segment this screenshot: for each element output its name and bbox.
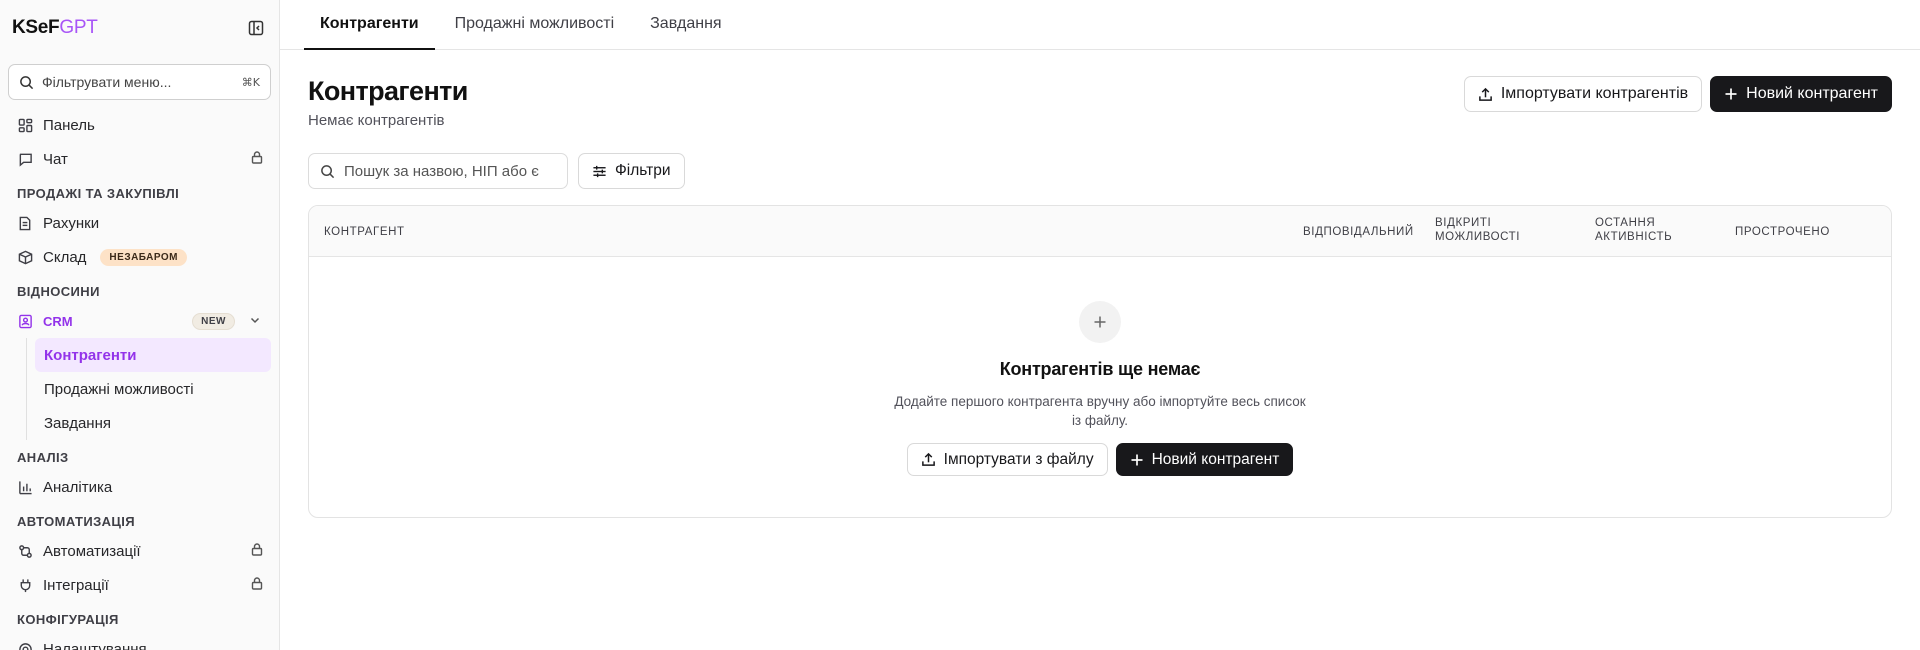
filters-button[interactable]: Фільтри: [578, 153, 685, 189]
sidebar-item-analytics[interactable]: Аналітика: [8, 470, 271, 504]
page-heading-group: Контрагенти Немає контрагентів: [308, 76, 468, 129]
gear-icon: [17, 641, 33, 650]
app-root: KSeFGPT ⌘K Панель Чат ПРОДАЖІ ТА ЗАКУПІВ…: [0, 0, 1920, 650]
filter-shortcut: ⌘K: [241, 75, 260, 89]
tab-opportunities[interactable]: Продажні можливості: [439, 0, 631, 49]
counterparty-search-input[interactable]: [344, 162, 556, 180]
sidebar-item-counterparties[interactable]: Контрагенти: [35, 338, 271, 372]
bar-chart-icon: [17, 479, 33, 495]
button-label: Новий контрагент: [1151, 450, 1280, 468]
sidebar-item-automations[interactable]: Автоматизації: [8, 534, 271, 568]
new-counterparty-button[interactable]: Новий контрагент: [1710, 76, 1892, 112]
brand-part-2: GPT: [59, 17, 98, 38]
page-content: Контрагенти Немає контрагентів Імпортува…: [280, 76, 1920, 518]
search-icon: [321, 164, 335, 178]
table-header: КОНТРАГЕНТ ВІДПОВІДАЛЬНИЙ ВІДКРИТІ МОЖЛИ…: [309, 206, 1891, 257]
page-title: Контрагенти: [308, 76, 468, 106]
section-config: КОНФІГУРАЦІЯ: [17, 612, 119, 627]
empty-new-counterparty-button[interactable]: Новий контрагент: [1115, 443, 1294, 476]
lock-icon: [251, 577, 263, 594]
sliders-icon: [593, 165, 606, 177]
menu-filter-input[interactable]: [42, 74, 234, 90]
page-subtitle: Немає контрагентів: [308, 112, 445, 129]
crm-submenu: Контрагенти Продажні можливості Завдання: [26, 338, 271, 440]
plug-icon: [17, 577, 33, 593]
sidebar-item-integrations[interactable]: Інтеграції: [8, 568, 271, 602]
new-badge: NEW: [192, 313, 235, 330]
contacts-icon: [17, 313, 33, 329]
sidebar-collapse-button[interactable]: [245, 17, 267, 39]
column-header-responsible[interactable]: ВІДПОВІДАЛЬНИЙ: [1303, 225, 1414, 239]
button-label: Імпортувати з файлу: [943, 450, 1094, 468]
search-icon: [20, 75, 34, 89]
sidebar-item-settings[interactable]: Налаштування: [8, 632, 271, 650]
section-analysis: АНАЛІЗ: [17, 450, 69, 465]
counterparties-table: КОНТРАГЕНТ ВІДПОВІДАЛЬНИЙ ВІДКРИТІ МОЖЛИ…: [308, 205, 1892, 518]
menu-filter-box[interactable]: ⌘K: [8, 64, 271, 100]
brand-row: KSeFGPT: [8, 0, 271, 56]
brand-logo[interactable]: KSeFGPT: [12, 17, 98, 39]
counterparty-search-box[interactable]: [308, 153, 568, 189]
sidebar-toggle-icon: [248, 20, 264, 36]
sidebar-item-label: Рахунки: [43, 214, 100, 232]
upload-icon: [921, 452, 935, 466]
empty-state-actions: Імпортувати з файлу Новий контрагент: [906, 443, 1294, 476]
section-automation: АВТОМАТИЗАЦІЯ: [17, 514, 136, 529]
column-header-counterparty[interactable]: КОНТРАГЕНТ: [324, 225, 405, 239]
tab-counterparties[interactable]: Контрагенти: [304, 0, 435, 50]
sidebar-item-label: Склад: [43, 248, 87, 266]
sidebar-item-label: CRM: [43, 313, 73, 329]
sidebar-item-invoices[interactable]: Рахунки: [8, 206, 271, 240]
import-from-file-button[interactable]: Імпортувати з файлу: [906, 443, 1108, 476]
import-counterparties-button[interactable]: Імпортувати контрагентів: [1463, 76, 1703, 112]
sidebar-item-tasks[interactable]: Завдання: [35, 406, 271, 440]
empty-state-description: Додайте першого контрагента вручну або і…: [894, 394, 1306, 428]
sidebar-item-label: Аналітика: [43, 478, 113, 496]
sidebar-item-label: Чат: [43, 150, 68, 168]
empty-state-title: Контрагентів ще немає: [999, 359, 1201, 379]
sidebar-item-label: Налаштування: [43, 640, 147, 650]
sidebar-item-chat[interactable]: Чат: [8, 142, 271, 176]
automation-icon: [17, 543, 33, 559]
section-sales: ПРОДАЖІ ТА ЗАКУПІВЛІ: [17, 186, 180, 201]
chat-icon: [17, 151, 33, 167]
plus-icon: [1079, 301, 1121, 343]
sidebar-item-label: Інтеграції: [43, 576, 109, 594]
sidebar-item-dashboard[interactable]: Панель: [8, 108, 271, 142]
empty-state: Контрагентів ще немає Додайте першого ко…: [309, 257, 1891, 476]
plus-icon: [1725, 88, 1737, 100]
chevron-down-icon[interactable]: [249, 314, 261, 329]
brand-part-1: KSeF: [12, 17, 60, 38]
button-label: Імпортувати контрагентів: [1500, 85, 1689, 102]
tab-tasks[interactable]: Завдання: [634, 0, 737, 49]
list-toolbar: Фільтри: [308, 153, 1892, 189]
header-actions: Імпортувати контрагентів Новий контраген…: [1463, 76, 1892, 112]
button-label: Фільтри: [615, 162, 671, 179]
sidebar-item-label: Панель: [43, 116, 95, 134]
column-header-open-opportunities[interactable]: ВІДКРИТІ МОЖЛИВОСТІ: [1435, 216, 1545, 244]
main-content: Контрагенти Продажні можливості Завдання…: [280, 0, 1920, 650]
plus-icon: [1131, 454, 1143, 465]
lock-icon: [251, 151, 263, 168]
page-header: Контрагенти Немає контрагентів Імпортува…: [308, 76, 1892, 129]
sidebar: KSeFGPT ⌘K Панель Чат ПРОДАЖІ ТА ЗАКУПІВ…: [0, 0, 280, 650]
upload-icon: [1478, 87, 1492, 101]
coming-soon-badge: НЕЗАБАРОМ: [100, 248, 187, 266]
section-relations: ВІДНОСИНИ: [17, 284, 100, 299]
document-icon: [17, 215, 33, 231]
sidebar-item-opportunities[interactable]: Продажні можливості: [35, 372, 271, 406]
column-header-overdue[interactable]: ПРОСТРОЧЕНО: [1735, 225, 1830, 239]
box-icon: [17, 249, 33, 265]
sidebar-item-label: Автоматизації: [43, 542, 141, 560]
sidebar-item-crm[interactable]: CRM NEW: [8, 304, 271, 338]
lock-icon: [251, 543, 263, 560]
sidebar-item-warehouse[interactable]: Склад НЕЗАБАРОМ: [8, 240, 271, 274]
tab-bar: Контрагенти Продажні можливості Завдання: [280, 0, 1920, 50]
button-label: Новий контрагент: [1746, 85, 1878, 102]
dashboard-icon: [17, 117, 33, 133]
column-header-last-activity[interactable]: ОСТАННЯ АКТИВНІСТЬ: [1595, 216, 1695, 244]
